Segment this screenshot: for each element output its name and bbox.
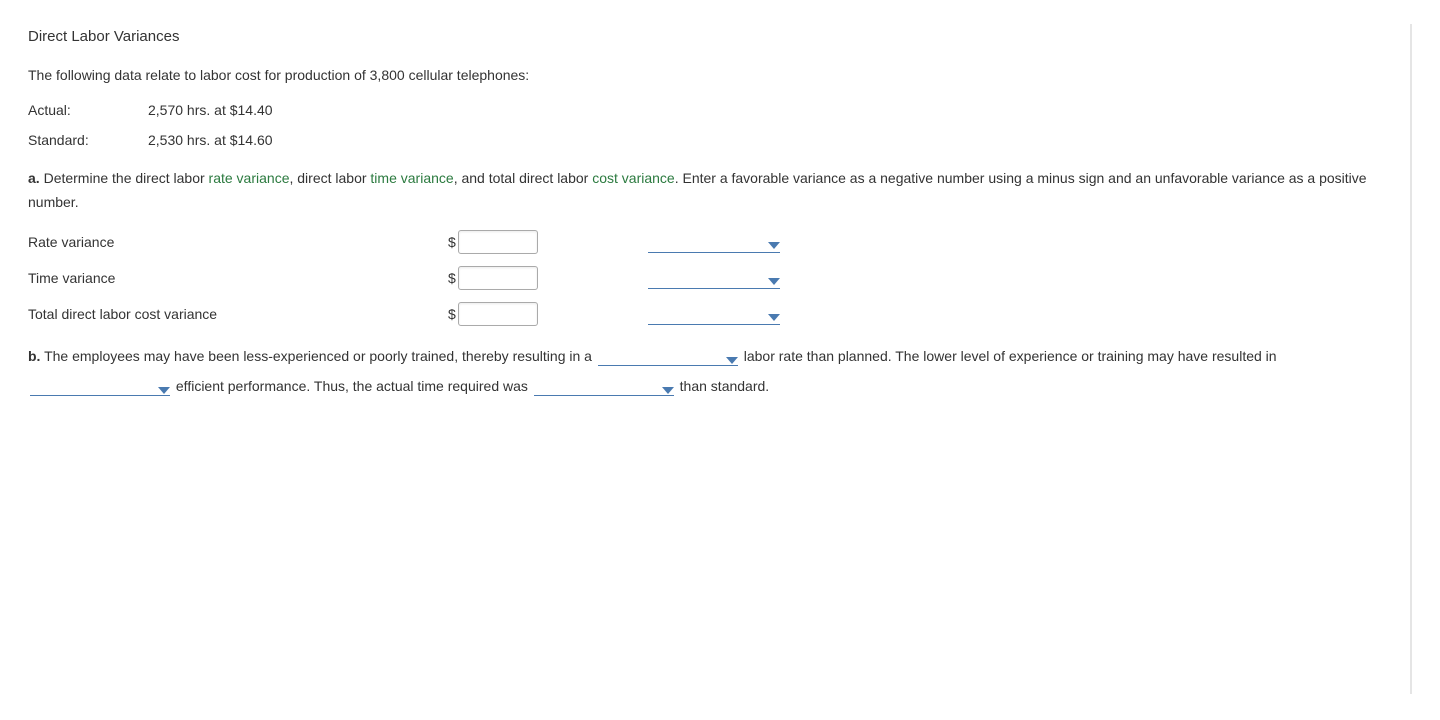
chevron-down-icon xyxy=(726,357,738,364)
question-container: Direct Labor Variances The following dat… xyxy=(28,24,1412,694)
efficiency-dropdown[interactable] xyxy=(30,376,170,396)
actual-value: 2,570 hrs. at $14.40 xyxy=(148,99,273,123)
chevron-down-icon xyxy=(662,387,674,394)
currency-symbol: $ xyxy=(448,231,456,255)
pa-seg1: Determine the direct labor xyxy=(40,170,209,186)
total-variance-input[interactable] xyxy=(458,302,538,326)
rate-variance-row: Rate variance $ xyxy=(28,224,1410,260)
actual-row: Actual: 2,570 hrs. at $14.40 xyxy=(28,99,1410,123)
intro-text: The following data relate to labor cost … xyxy=(28,64,1410,88)
part-a-text: a. Determine the direct labor rate varia… xyxy=(28,167,1410,215)
total-variance-label: Total direct labor cost variance xyxy=(28,303,448,327)
time-variance-label: Time variance xyxy=(28,267,448,291)
chevron-down-icon xyxy=(768,242,780,249)
standard-row: Standard: 2,530 hrs. at $14.60 xyxy=(28,129,1410,153)
time-variance-input[interactable] xyxy=(458,266,538,290)
pb-seg2: labor rate than planned. The lower level… xyxy=(740,348,1277,364)
given-data-table: Actual: 2,570 hrs. at $14.40 Standard: 2… xyxy=(28,99,1410,153)
pb-seg3: efficient performance. Thus, the actual … xyxy=(172,378,532,394)
currency-symbol: $ xyxy=(448,303,456,327)
than-standard-dropdown[interactable] xyxy=(534,376,674,396)
time-variance-dropdown[interactable] xyxy=(648,267,780,289)
page-title: Direct Labor Variances xyxy=(28,24,1410,50)
variance-grid: Rate variance $ Time variance $ Total di… xyxy=(28,224,1410,332)
part-b-prefix: b. xyxy=(28,348,40,364)
pb-seg4: than standard. xyxy=(676,378,769,394)
total-variance-row: Total direct labor cost variance $ xyxy=(28,296,1410,332)
cost-variance-link[interactable]: cost variance xyxy=(592,170,674,186)
time-variance-row: Time variance $ xyxy=(28,260,1410,296)
pa-seg2: , direct labor xyxy=(289,170,370,186)
rate-variance-link[interactable]: rate variance xyxy=(209,170,290,186)
actual-label: Actual: xyxy=(28,99,148,123)
labor-rate-dropdown[interactable] xyxy=(598,346,738,366)
standard-value: 2,530 hrs. at $14.60 xyxy=(148,129,273,153)
chevron-down-icon xyxy=(158,387,170,394)
total-variance-dropdown[interactable] xyxy=(648,303,780,325)
pa-seg3: , and total direct labor xyxy=(454,170,593,186)
part-a-prefix: a. xyxy=(28,170,40,186)
rate-variance-dropdown[interactable] xyxy=(648,231,780,253)
part-b-text: b. The employees may have been less-expe… xyxy=(28,342,1410,401)
rate-variance-input[interactable] xyxy=(458,230,538,254)
chevron-down-icon xyxy=(768,278,780,285)
currency-symbol: $ xyxy=(448,267,456,291)
chevron-down-icon xyxy=(768,314,780,321)
time-variance-link[interactable]: time variance xyxy=(370,170,453,186)
rate-variance-label: Rate variance xyxy=(28,231,448,255)
pb-seg1: The employees may have been less-experie… xyxy=(40,348,595,364)
standard-label: Standard: xyxy=(28,129,148,153)
